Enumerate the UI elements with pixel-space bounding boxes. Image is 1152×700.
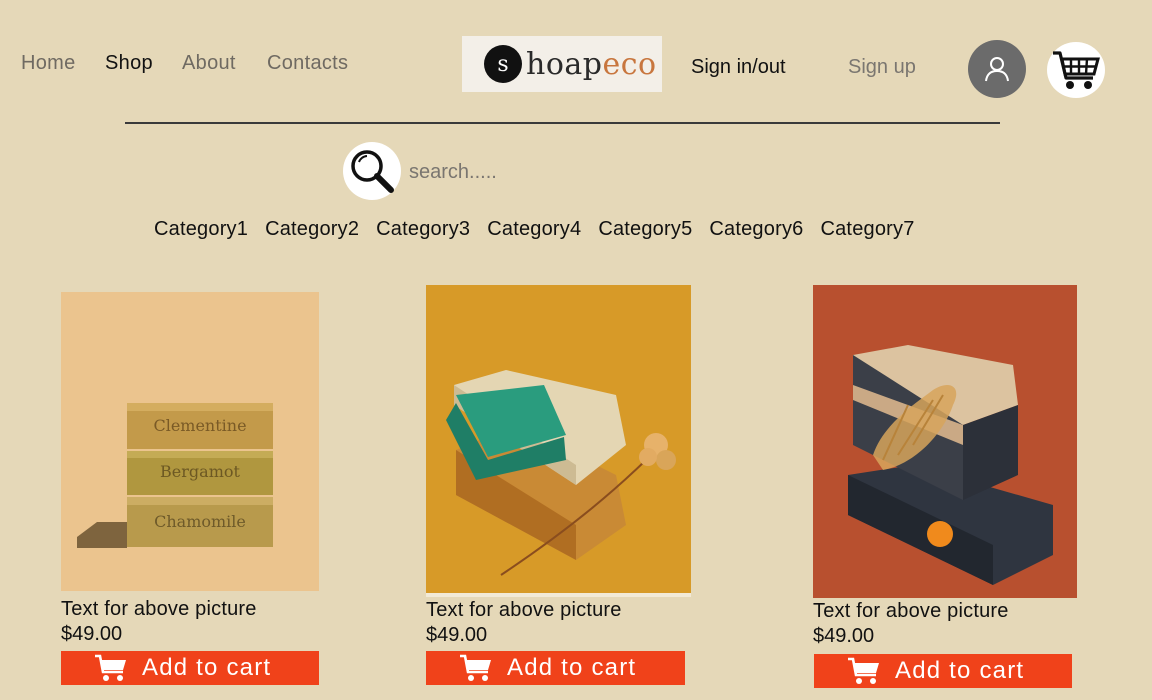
add-to-cart-button[interactable]: Add to cart (814, 654, 1072, 688)
header-divider (125, 122, 1000, 124)
category-item[interactable]: Category7 (820, 218, 914, 241)
nav-home[interactable]: Home (21, 52, 76, 75)
add-to-cart-label: Add to cart (895, 657, 1025, 684)
add-to-cart-label: Add to cart (142, 654, 272, 681)
soap-label: Clementine (153, 416, 247, 435)
category-item[interactable]: Category1 (154, 218, 248, 241)
search-input[interactable] (404, 156, 704, 188)
cart-icon (460, 654, 491, 681)
product-caption: Text for above picture (61, 598, 257, 620)
category-bar: Category1 Category2 Category3 Category4 … (154, 218, 932, 241)
product-card[interactable]: Text for above picture $49.00 (426, 285, 691, 647)
logo-text: hoapeco (526, 47, 657, 82)
cart-icon (95, 654, 126, 681)
product-image[interactable] (426, 285, 691, 597)
search-icon (351, 150, 394, 193)
product-image[interactable] (813, 285, 1077, 598)
product-card[interactable]: Clementine Bergamot Chamomile Text for a… (61, 292, 319, 646)
soap-label: Chamomile (154, 512, 246, 531)
sign-in-out-link[interactable]: Sign in/out (691, 56, 786, 79)
category-item[interactable]: Category4 (487, 218, 581, 241)
cart-button[interactable] (1047, 42, 1105, 98)
logo-text-main: hoap (526, 46, 603, 82)
product-price: $49.00 (61, 623, 123, 645)
product-card[interactable]: Text for above picture $49.00 (813, 285, 1077, 648)
logo-mark: s (484, 45, 522, 83)
search-button[interactable] (343, 142, 401, 200)
shopping-cart-icon (1053, 51, 1100, 89)
category-item[interactable]: Category5 (598, 218, 692, 241)
add-to-cart-label: Add to cart (507, 654, 637, 681)
cart-icon (848, 657, 879, 684)
soap-label: Bergamot (160, 462, 240, 481)
logo-text-accent: eco (602, 46, 657, 82)
nav-about[interactable]: About (182, 52, 236, 75)
sign-up-link[interactable]: Sign up (848, 56, 916, 79)
category-item[interactable]: Category2 (265, 218, 359, 241)
category-item[interactable]: Category3 (376, 218, 470, 241)
logo[interactable]: s hoapeco (462, 36, 662, 92)
user-account-button[interactable] (968, 40, 1026, 98)
product-price: $49.00 (813, 625, 875, 647)
product-caption: Text for above picture (813, 600, 1009, 622)
category-item[interactable]: Category6 (709, 218, 803, 241)
add-to-cart-button[interactable]: Add to cart (61, 651, 319, 685)
product-price: $49.00 (426, 624, 488, 646)
charcoal-soap-illustration (848, 345, 1053, 585)
nav-contacts[interactable]: Contacts (267, 52, 348, 75)
add-to-cart-button[interactable]: Add to cart (426, 651, 685, 685)
soap-bars-illustration (426, 370, 691, 597)
product-image[interactable]: Clementine Bergamot Chamomile (61, 292, 319, 591)
user-icon (985, 57, 1009, 82)
soap-stack-illustration (77, 403, 273, 548)
product-caption: Text for above picture (426, 599, 622, 621)
nav-shop[interactable]: Shop (105, 52, 153, 75)
